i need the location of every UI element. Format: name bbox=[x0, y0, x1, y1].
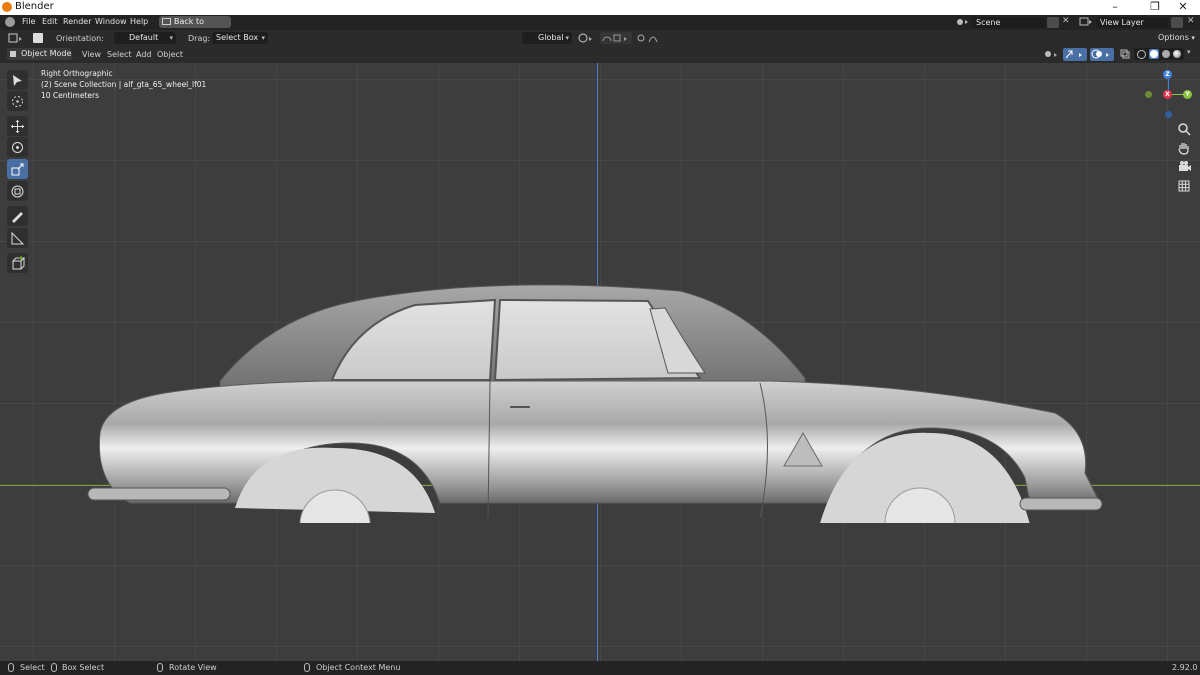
view-layer-field[interactable]: View Layer bbox=[1096, 17, 1168, 28]
show-overlays-icon[interactable] bbox=[1090, 48, 1114, 61]
view-object-types-icon[interactable] bbox=[1042, 48, 1060, 61]
mode-dropdown[interactable]: Object Mode bbox=[7, 48, 72, 60]
pan-hand-icon[interactable] bbox=[1176, 140, 1192, 156]
pivot-point-icon[interactable] bbox=[577, 32, 595, 44]
select-box-tool[interactable] bbox=[7, 70, 28, 90]
gizmo-z-axis[interactable]: Z bbox=[1163, 70, 1172, 79]
mouse-right-icon bbox=[304, 663, 310, 672]
shading-mode-group bbox=[1134, 48, 1184, 60]
chevron-down-icon: ▾ bbox=[1191, 34, 1195, 42]
material-shading-icon[interactable] bbox=[1162, 50, 1170, 58]
proportional-editing-icon[interactable] bbox=[636, 32, 646, 44]
gizmo-y-line bbox=[1172, 94, 1183, 95]
measure-tool[interactable] bbox=[7, 228, 28, 248]
car-model[interactable] bbox=[70, 203, 1130, 523]
solid-shading-icon bbox=[1150, 50, 1158, 58]
blender-logo-icon bbox=[2, 2, 12, 12]
annotate-tool[interactable] bbox=[7, 206, 28, 226]
menu-render[interactable]: Render bbox=[60, 16, 94, 27]
scene-name-field[interactable]: Scene bbox=[972, 17, 1045, 28]
show-gizmo-icon[interactable] bbox=[1063, 48, 1087, 61]
snap-toggle-icon[interactable] bbox=[600, 32, 632, 44]
menu-view[interactable]: View bbox=[82, 50, 101, 59]
mouse-drag-icon bbox=[51, 663, 57, 672]
orientation-value: Default bbox=[129, 33, 159, 42]
wireframe-shading-icon[interactable] bbox=[1137, 50, 1146, 59]
options-label: Options bbox=[1158, 33, 1189, 42]
menu-select[interactable]: Select bbox=[107, 50, 132, 59]
close-button[interactable]: ✕ bbox=[1166, 0, 1200, 15]
rotate-tool[interactable] bbox=[7, 137, 28, 157]
drag-label: Drag: bbox=[188, 34, 211, 43]
cursor-tool[interactable] bbox=[7, 91, 28, 111]
mode-value: Object Mode bbox=[21, 49, 72, 58]
3d-viewport[interactable]: Right Orthographic (2) Scene Collection … bbox=[0, 63, 1200, 661]
scene-icon[interactable] bbox=[955, 17, 969, 27]
screen-icon bbox=[162, 18, 171, 25]
gizmo-neg-y[interactable] bbox=[1145, 91, 1152, 98]
version-text: 2.92.0 bbox=[1172, 663, 1198, 672]
grid-scale-text: 10 Centimeters bbox=[41, 91, 100, 100]
rendered-shading-icon[interactable] bbox=[1173, 50, 1181, 58]
menu-edit[interactable]: Edit bbox=[39, 16, 61, 27]
tool-settings-header: Orientation: Default ▾ Drag: Select Box ▾ … bbox=[0, 30, 1200, 46]
menu-add[interactable]: Add bbox=[136, 50, 152, 59]
minimize-button[interactable]: – bbox=[1098, 0, 1132, 15]
solid-shading-button[interactable] bbox=[1149, 49, 1159, 59]
scale-tool[interactable] bbox=[7, 159, 28, 179]
view-layer-remove-icon[interactable]: ✕ bbox=[1187, 16, 1195, 26]
view-layer-icon[interactable] bbox=[1079, 17, 1093, 27]
gizmo-y-axis[interactable]: Y bbox=[1183, 90, 1192, 99]
status-box-select: Box Select bbox=[62, 663, 105, 672]
perspective-grid-icon[interactable] bbox=[1176, 178, 1192, 194]
scene-copy-icon[interactable] bbox=[1047, 17, 1059, 28]
viewport-header: Object Mode View Select Add Object ▾ bbox=[0, 46, 1200, 63]
options-dropdown[interactable]: Options ▾ bbox=[1158, 33, 1195, 42]
chevron-down-icon: ▾ bbox=[565, 34, 569, 42]
scene-remove-icon[interactable]: ✕ bbox=[1062, 16, 1070, 26]
zoom-icon[interactable] bbox=[1176, 121, 1192, 137]
drag-dropdown[interactable]: Select Box ▾ bbox=[212, 32, 268, 44]
status-bar: Select Box Select Rotate View Object Con… bbox=[0, 661, 1200, 675]
active-tool-icon[interactable] bbox=[7, 32, 25, 44]
camera-view-icon[interactable] bbox=[1176, 159, 1192, 175]
blender-menu-icon[interactable] bbox=[5, 17, 15, 27]
mouse-middle-icon bbox=[157, 663, 163, 672]
back-to-previous-button[interactable]: Back to Previous bbox=[159, 16, 231, 38]
menu-file[interactable]: File bbox=[19, 16, 38, 27]
transform-tool[interactable] bbox=[7, 181, 28, 201]
menu-window[interactable]: Window bbox=[92, 16, 130, 27]
window-title: Blender bbox=[15, 1, 54, 12]
status-rotate-view: Rotate View bbox=[169, 663, 217, 672]
orientation-label: Orientation: bbox=[56, 34, 104, 43]
top-menubar: File Edit Render Window Help Back to Pre… bbox=[0, 15, 1200, 38]
gizmo-x-axis[interactable]: X bbox=[1163, 90, 1172, 99]
menu-object[interactable]: Object bbox=[157, 50, 183, 59]
orientation-dropdown[interactable]: Default ▾ bbox=[114, 32, 176, 44]
mode-toggle-icon[interactable] bbox=[33, 33, 43, 43]
falloff-icon[interactable] bbox=[648, 32, 658, 44]
transform-orientation-value: Global bbox=[538, 33, 564, 42]
shading-options-chevron-icon[interactable]: ▾ bbox=[1187, 48, 1191, 56]
collection-text: (2) Scene Collection | alf_gta_65_wheel_… bbox=[41, 80, 207, 89]
status-context-menu: Object Context Menu bbox=[316, 663, 401, 672]
menu-help[interactable]: Help bbox=[127, 16, 151, 27]
view-layer-copy-icon[interactable] bbox=[1171, 17, 1183, 28]
add-cube-tool[interactable] bbox=[7, 253, 28, 273]
gizmo-neg-z[interactable] bbox=[1165, 111, 1172, 118]
mouse-left-icon bbox=[8, 663, 14, 672]
transform-orientation-dropdown[interactable]: Global ▾ bbox=[522, 32, 572, 44]
object-mode-icon bbox=[10, 51, 16, 57]
status-select: Select bbox=[20, 663, 45, 672]
move-tool[interactable] bbox=[7, 116, 28, 136]
chevron-down-icon: ▾ bbox=[261, 34, 265, 42]
gizmo-z-line bbox=[1168, 79, 1169, 90]
xray-toggle-icon[interactable] bbox=[1120, 49, 1130, 59]
chevron-down-icon: ▾ bbox=[169, 34, 173, 42]
view-name-text: Right Orthographic bbox=[41, 69, 113, 78]
drag-value: Select Box bbox=[216, 33, 259, 42]
window-titlebar: Blender – ❐ ✕ bbox=[0, 0, 1200, 15]
